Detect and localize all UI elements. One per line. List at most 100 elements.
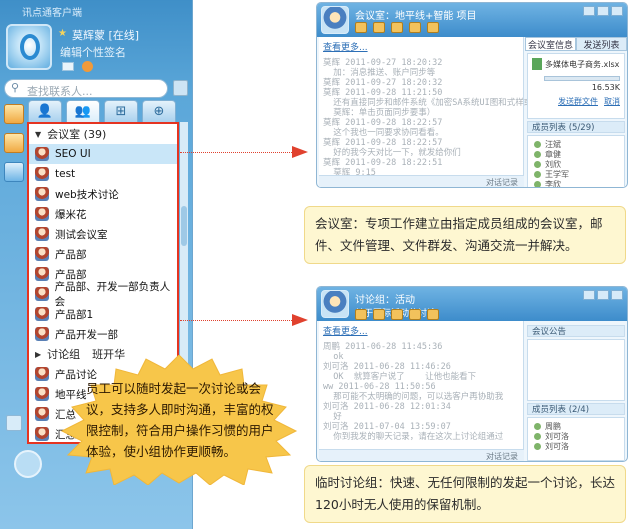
room-icon — [35, 367, 49, 381]
member-list: 周鹏 刘可洛 刘可洛 — [527, 417, 625, 461]
scrollbar-thumb[interactable] — [181, 206, 187, 246]
tab-meeting-info[interactable]: 会议室信息 — [525, 37, 576, 51]
meeting-room-icon — [321, 6, 349, 34]
org-chart-icon: ⊞ — [115, 104, 127, 119]
message-line: 刘可洛 2011-06-28 11:46:26 — [323, 362, 451, 372]
room-icon — [35, 407, 49, 421]
tab-contacts[interactable]: 👤 — [28, 100, 62, 122]
list-item[interactable]: 产品部、开发一部负责人会 — [29, 281, 177, 308]
record-link[interactable]: 对话记录 — [486, 177, 518, 187]
maximize-icon[interactable] — [597, 290, 609, 300]
mail-icon[interactable] — [62, 62, 74, 71]
message-history: 莫辉 2011-09-27 18:20:32 加：消息推送、账户同步等 莫辉 20… — [319, 56, 549, 180]
file-icon[interactable] — [355, 22, 367, 33]
list-item-label: 测试会议室 — [55, 228, 108, 241]
minimize-icon[interactable] — [583, 6, 595, 16]
list-item[interactable]: 产品开发一部 — [29, 324, 177, 344]
tools-icon[interactable] — [409, 309, 421, 320]
room-icon — [35, 147, 49, 161]
discussion-side-panel: 会议公告 成员列表 (2/4) 周鹏 刘可洛 刘可洛 — [525, 321, 627, 461]
message-line: 莫辉：单击页面同步要事） — [323, 108, 436, 118]
message-line: OK 就算客户说了 让他也能看下 — [323, 372, 477, 382]
side-toolbar — [4, 104, 26, 191]
view-more-link[interactable]: 查看更多... — [319, 321, 523, 340]
message-line: 周鹏 2011-06-28 11:45:36 — [323, 342, 443, 352]
tab-send-list[interactable]: 发送列表 — [576, 37, 627, 51]
close-icon[interactable] — [611, 6, 623, 16]
member-item[interactable]: 周鹏 — [528, 421, 624, 431]
collapse-triangle-icon: ▶ — [35, 349, 42, 359]
input-toolbar[interactable]: 对话记录 — [319, 175, 524, 187]
file-icon[interactable] — [355, 309, 367, 320]
list-menu-icon[interactable] — [173, 80, 188, 96]
list-item-label: 产品开发一部 — [55, 328, 118, 341]
list-item[interactable]: web技术讨论 — [29, 184, 177, 204]
user-avatar[interactable] — [6, 24, 52, 70]
app-logo-icon — [20, 34, 40, 60]
tab-org[interactable]: ⊞ — [104, 100, 138, 122]
file-size: 16.53K — [591, 83, 620, 92]
member-item[interactable]: 刘可洛 — [528, 441, 624, 451]
member-item[interactable]: 章健 — [528, 149, 624, 159]
maximize-icon[interactable] — [597, 6, 609, 16]
search-placeholder: 查找联系人... — [27, 85, 93, 98]
briefcase-icon[interactable] — [4, 133, 24, 153]
apps-icon[interactable] — [4, 162, 24, 182]
search-icon: ⚲ — [11, 81, 20, 94]
mail-icon[interactable] — [427, 309, 439, 320]
window-titlebar: 会议室：地平线+智能 项目 — [317, 3, 627, 37]
contacts-side-icon[interactable] — [4, 104, 24, 124]
close-icon[interactable] — [611, 290, 623, 300]
members-title: 成员列表 (2/4) — [527, 403, 625, 415]
input-toolbar[interactable]: 对话记录 — [319, 449, 524, 461]
window-titlebar: 讨论组：活动关于国际活动的讨论 — [317, 287, 627, 321]
plus-icon[interactable] — [6, 415, 22, 431]
meeting-side-panel: 会议室信息 发送列表 多媒体电子商务.xlsx 16.53K 发送群文件 取消 … — [525, 37, 627, 187]
share-icon[interactable] — [391, 22, 403, 33]
member-item[interactable]: 汪斌 — [528, 139, 624, 149]
folder-icon[interactable] — [373, 22, 385, 33]
window-controls — [583, 290, 623, 300]
status-icon[interactable]: ★ — [58, 28, 67, 39]
member-item[interactable]: 李欣 — [528, 179, 624, 187]
record-link[interactable]: 对话记录 — [486, 451, 518, 461]
member-list: 汪斌 章健 刘欣 王学军 李欣 — [527, 135, 625, 187]
list-item[interactable]: SEO UI — [29, 144, 177, 164]
room-icon — [35, 307, 49, 321]
contact-tabs: 👤 👥 ⊞ ⊕ — [28, 100, 188, 122]
send-group-file-link[interactable]: 发送群文件 — [558, 96, 598, 107]
mail-icon[interactable] — [427, 22, 439, 33]
online-icon — [534, 160, 541, 168]
meeting-room-callout: 会议室：专项工作建立由指定成员组成的会议室，邮件、文件管理、文件群发、沟通交流一… — [304, 206, 626, 264]
share-icon[interactable] — [391, 309, 403, 320]
group-header-meeting[interactable]: ▼ 会议室 (39) — [29, 124, 177, 144]
status-orange-icon[interactable] — [82, 61, 93, 72]
list-item[interactable]: test — [29, 164, 177, 184]
user-nickname: 莫辉蒙 [在线] — [72, 29, 140, 42]
contact-search-box[interactable]: ⚲ 查找联系人... — [4, 79, 168, 98]
signature-field[interactable]: 编辑个性签名 — [60, 44, 126, 60]
member-item[interactable]: 刘欣 — [528, 159, 624, 169]
list-item-label: 爆米花 — [55, 208, 87, 221]
cancel-link[interactable]: 取消 — [604, 96, 620, 107]
tab-groups[interactable]: 👥 — [66, 100, 100, 122]
add-contact-icon: ⊕ — [153, 104, 165, 119]
message-history: 周鹏 2011-06-28 11:45:36 ok 刘可洛 2011-06-28 … — [319, 340, 523, 444]
list-item[interactable]: 爆米花 — [29, 204, 177, 224]
member-item[interactable]: 王学军 — [528, 169, 624, 179]
message-line: 莫辉 2011-09-27 18:20:32 — [323, 58, 443, 68]
minimize-icon[interactable] — [583, 290, 595, 300]
room-icon — [35, 187, 49, 201]
connector-line — [180, 152, 298, 153]
member-item[interactable]: 刘可洛 — [528, 431, 624, 441]
folder-icon[interactable] — [373, 309, 385, 320]
list-item[interactable]: 产品部 — [29, 244, 177, 264]
view-more-link[interactable]: 查看更多... — [319, 37, 523, 56]
starburst-text: 员工可以随时发起一次讨论或会议，支持多人即时沟通，丰富的权限控制，符合用户操作习… — [86, 381, 274, 459]
list-item-label: test — [55, 168, 76, 180]
list-item[interactable]: 测试会议室 — [29, 224, 177, 244]
main-menu-icon[interactable] — [14, 450, 42, 478]
message-line: 莫辉 2011-09-27 18:20:32 — [323, 78, 443, 88]
tab-add[interactable]: ⊕ — [142, 100, 176, 122]
tools-icon[interactable] — [409, 22, 421, 33]
